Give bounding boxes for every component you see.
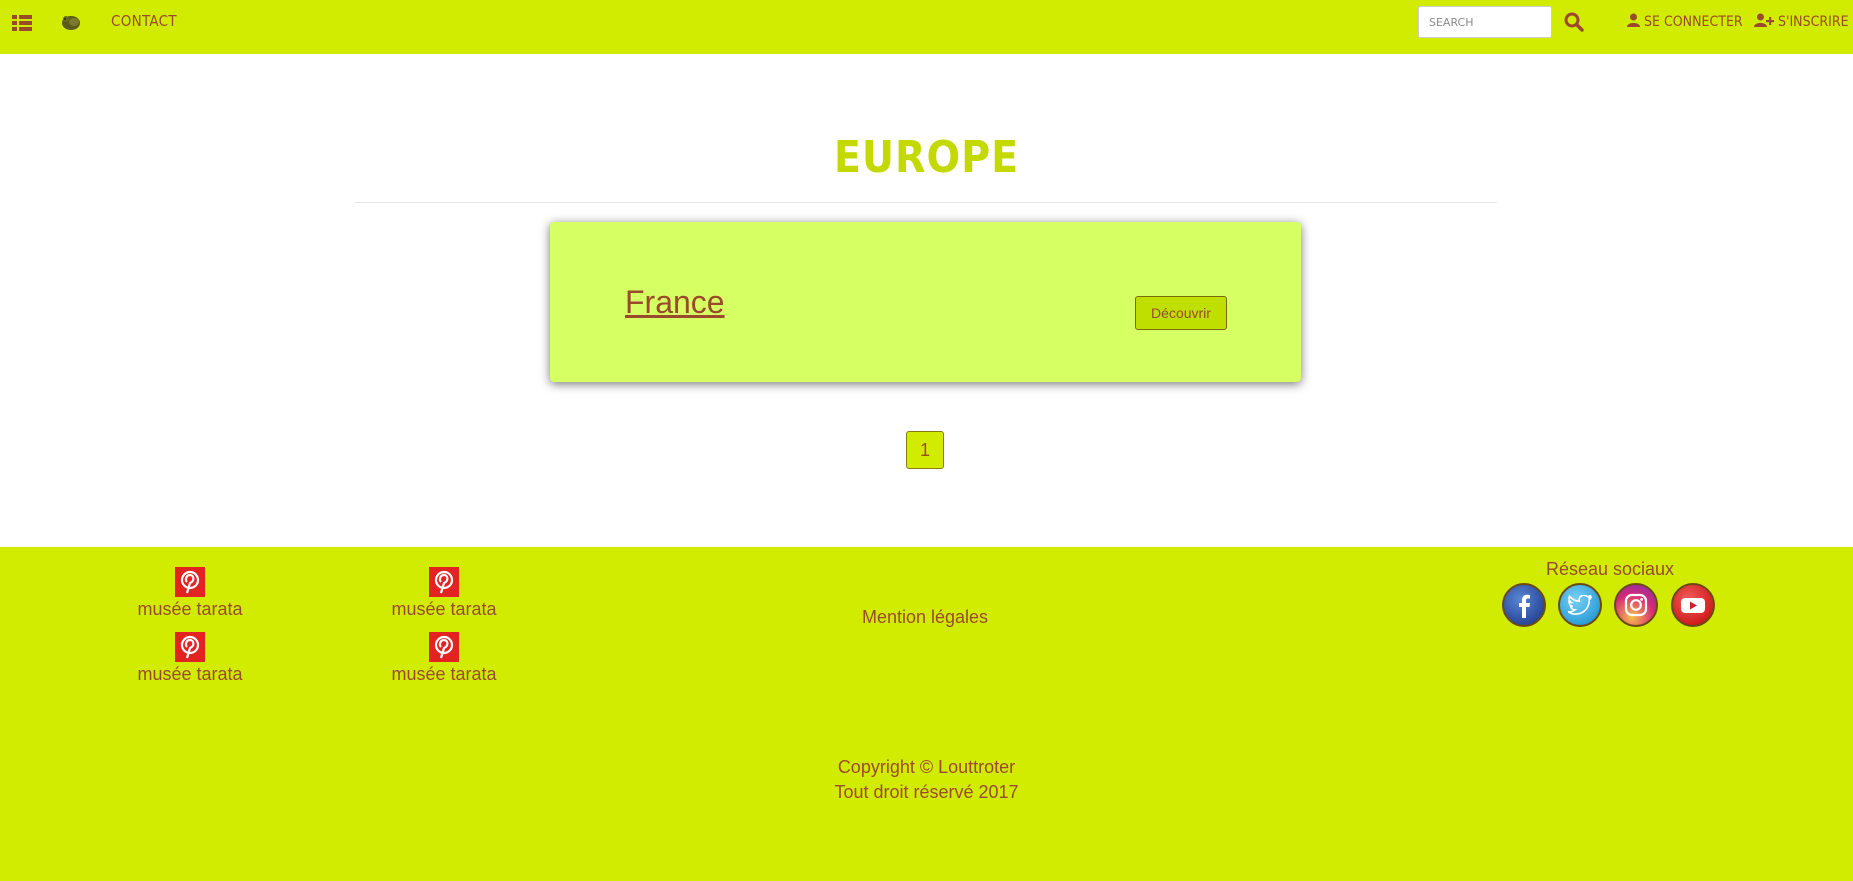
animal-logo-icon[interactable] [60, 13, 82, 31]
youtube-icon[interactable] [1671, 583, 1715, 627]
pinterest-icon [175, 567, 205, 597]
pinterest-item[interactable]: musée tarata [354, 567, 534, 620]
list-icon[interactable] [12, 14, 32, 32]
rights-line: Tout droit réservé 2017 [834, 782, 1019, 802]
pinterest-item[interactable]: musée tarata [100, 567, 280, 620]
copyright-line: Copyright © Louttroter [837, 757, 1016, 777]
twitter-icon[interactable] [1558, 583, 1602, 627]
pinterest-item[interactable]: musée tarata [354, 632, 534, 685]
user-plus-icon [1754, 13, 1774, 31]
register-link[interactable]: S'inscrire [1754, 13, 1849, 31]
pinterest-label: musée tarata [137, 664, 243, 684]
register-label: S'inscrire [1778, 14, 1849, 30]
top-navbar: Contact Se connecter S'inscr [0, 0, 1853, 54]
pinterest-label: musée tarata [391, 664, 497, 684]
pinterest-item[interactable]: musée tarata [100, 632, 280, 685]
pinterest-icon [429, 632, 459, 662]
search-input[interactable] [1418, 6, 1552, 38]
copyright: Copyright © Louttroter Tout droit réserv… [0, 755, 1853, 805]
country-link[interactable]: France [625, 284, 725, 321]
footer: musée tarata musée tarata musée tarata m… [0, 547, 1853, 881]
page-title: Europe [833, 132, 1020, 183]
title-divider [355, 202, 1497, 203]
nav-contact-link[interactable]: Contact [111, 12, 177, 30]
pagination-page-1[interactable]: 1 [906, 431, 944, 469]
discover-button[interactable]: Découvrir [1135, 296, 1227, 330]
legal-notice-link[interactable]: Mention légales [780, 607, 1070, 628]
instagram-icon[interactable] [1614, 583, 1658, 627]
country-card: France Découvrir [550, 222, 1301, 382]
search-icon [1564, 12, 1584, 35]
login-label: Se connecter [1644, 14, 1743, 30]
pinterest-label: musée tarata [137, 599, 243, 619]
facebook-icon[interactable] [1502, 583, 1546, 627]
search-button[interactable] [1562, 10, 1586, 36]
pinterest-label: musée tarata [391, 599, 497, 619]
pinterest-icon [429, 567, 459, 597]
user-icon [1627, 13, 1640, 31]
social-title: Réseau sociaux [1545, 559, 1675, 579]
pinterest-icon [175, 632, 205, 662]
login-link[interactable]: Se connecter [1627, 13, 1743, 31]
